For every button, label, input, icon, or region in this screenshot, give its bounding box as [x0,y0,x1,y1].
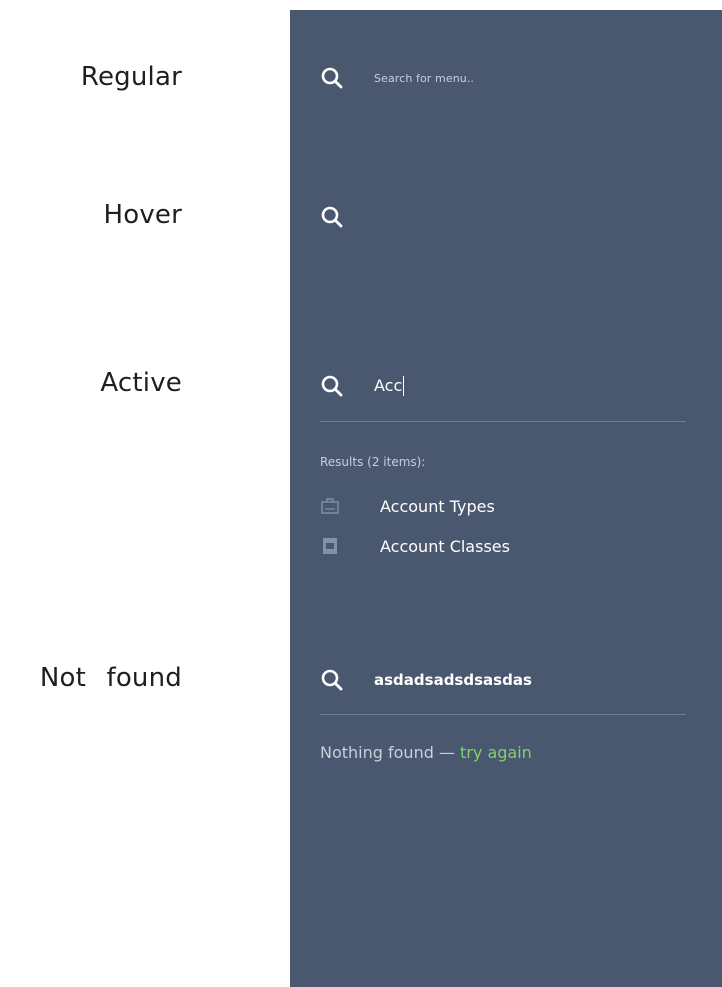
state-label-active: Active [100,368,182,398]
search-field-not-found[interactable]: asdadsadsdsasdas [320,668,532,692]
state-label-not-found: Not found [39,663,182,693]
results-heading: Results (2 items): [320,455,426,469]
search-field-active[interactable]: Acc [320,374,405,398]
result-item-account-classes[interactable]: Account Classes [320,536,510,556]
result-label: Account Classes [380,536,510,556]
search-panel: Search for menu.. Acc Results (2 items):… [290,10,722,987]
search-input-active[interactable]: Acc [374,375,405,397]
search-icon[interactable] [320,374,344,398]
search-query-text: Acc [374,375,403,395]
search-icon[interactable] [320,205,344,229]
state-label-hover: Hover [103,200,182,230]
result-label: Account Types [380,496,495,516]
search-field-hover[interactable] [320,205,344,229]
state-label-regular: Regular [80,62,182,92]
search-icon[interactable] [320,66,344,90]
search-divider-active [320,421,686,422]
search-divider-not-found [320,714,686,715]
search-input-not-found[interactable]: asdadsadsdsasdas [374,671,532,689]
search-field-regular[interactable]: Search for menu.. [320,66,474,90]
nothing-found-text: Nothing found — [320,743,461,762]
try-again-link[interactable]: try again [460,743,532,762]
page: Regular Hover Active Not found Search fo… [0,0,722,987]
nothing-found-message: Nothing found — try again [320,743,532,762]
folder-icon [320,496,340,516]
text-caret [403,376,405,397]
search-placeholder: Search for menu.. [374,71,475,85]
result-item-account-types[interactable]: Account Types [320,496,495,516]
search-icon[interactable] [320,668,344,692]
document-icon [320,536,340,556]
